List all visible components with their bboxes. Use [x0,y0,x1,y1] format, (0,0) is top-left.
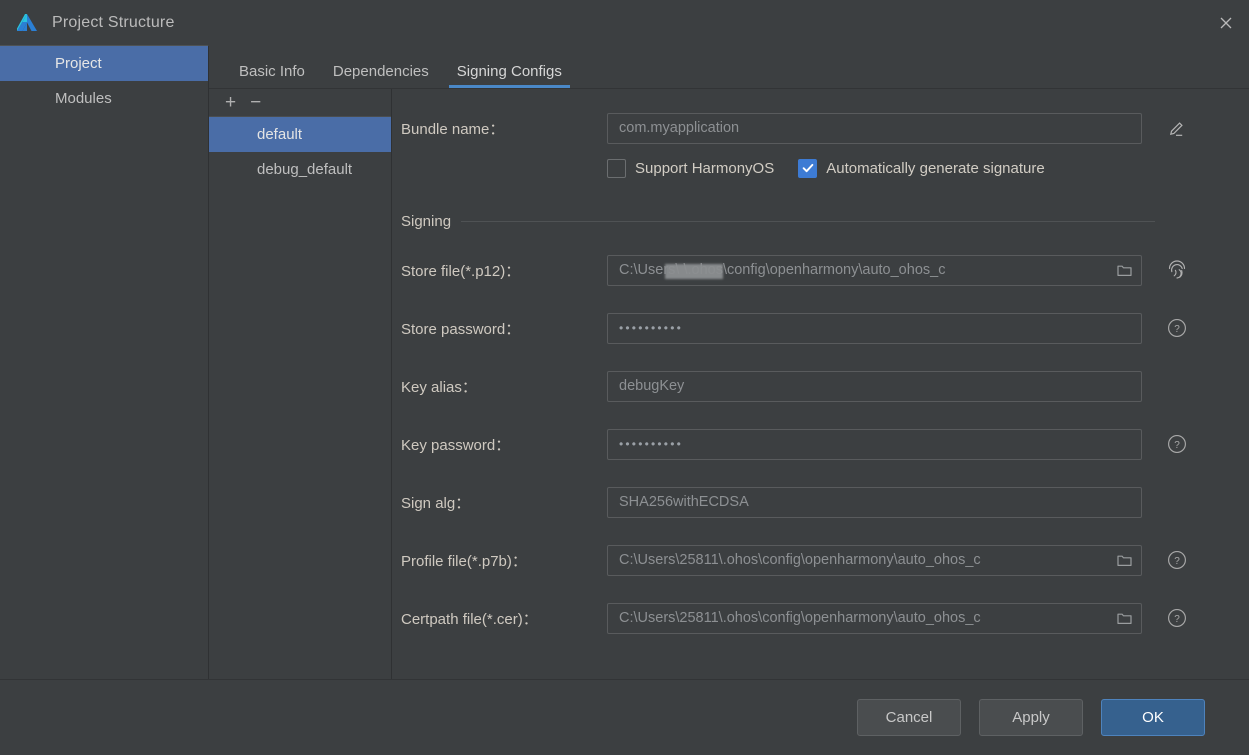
tab-basic-info[interactable]: Basic Info [225,64,319,88]
redaction-overlay [665,263,723,279]
sign-alg-input[interactable]: SHA256withECDSA [607,486,1142,518]
options-row: Support HarmonyOS Automatically generate… [392,155,1249,181]
auto-generate-signature-label[interactable]: Automatically generate signature [826,160,1044,177]
profile-file-label: Profile file(*.p7b)： [401,552,527,570]
remove-config-icon[interactable]: − [250,93,261,112]
store-password-value: •••••••••• [619,321,684,335]
window-title: Project Structure [52,13,175,31]
certpath-file-value: C:\Users\25811\.ohos\config\openharmony\… [619,610,981,626]
tab-signing-configs[interactable]: Signing Configs [443,64,576,88]
cancel-button[interactable]: Cancel [857,699,961,736]
sidebar-item-label: Project [55,55,102,72]
tab-label: Dependencies [332,63,429,80]
certpath-file-input[interactable]: C:\Users\25811\.ohos\config\openharmony\… [607,602,1142,634]
tab-label: Basic Info [239,63,305,80]
svg-text:?: ? [1174,324,1180,335]
svg-text:?: ? [1174,614,1180,625]
add-config-icon[interactable]: + [225,93,236,112]
help-question-icon[interactable]: ? [1164,605,1190,631]
section-divider [461,220,1155,222]
profile-file-input[interactable]: C:\Users\25811\.ohos\config\openharmony\… [607,544,1142,576]
support-harmonyos-label[interactable]: Support HarmonyOS [635,160,774,177]
config-item-label: default [257,126,303,143]
title-bar: Project Structure [0,0,1249,45]
key-password-label: Key password： [401,436,511,454]
svg-text:?: ? [1174,556,1180,567]
section-title: Signing [401,212,452,230]
help-question-icon[interactable]: ? [1164,547,1190,573]
sign-alg-value: SHA256withECDSA [619,494,749,510]
project-structure-dialog: Project Structure Project Modules Basic … [0,0,1249,755]
close-icon[interactable] [1203,0,1249,45]
store-password-row: Store password： •••••••••• ? [392,311,1249,345]
key-password-input[interactable]: •••••••••• [607,428,1142,460]
dialog-body: Project Modules Basic Info Dependencies … [0,45,1249,679]
folder-browse-icon[interactable] [1116,262,1133,278]
key-alias-value: debugKey [619,378,685,394]
dialog-footer: Cancel Apply OK [0,679,1249,755]
folder-browse-icon[interactable] [1116,610,1133,626]
store-file-input[interactable]: C:\Users\ \.ohos\config\openharmony\auto… [607,254,1142,286]
signing-config-list-pane: + − default debug_default [209,89,392,679]
list-item[interactable]: default [209,117,391,152]
sidebar-item-label: Modules [55,90,112,107]
help-question-icon[interactable]: ? [1164,431,1190,457]
signing-form: Bundle name： com.myapplication Support H… [392,89,1249,679]
store-file-row: Store file(*.p12)： C:\Users\ \.ohos\conf… [392,253,1249,287]
key-password-value: •••••••••• [619,437,684,451]
list-item[interactable]: debug_default [209,152,391,187]
deveco-logo-icon [14,10,40,36]
svg-text:?: ? [1174,440,1180,451]
ok-button[interactable]: OK [1101,699,1205,736]
store-password-input[interactable]: •••••••••• [607,312,1142,344]
sidebar-item-project[interactable]: Project [0,46,208,81]
bundle-name-input[interactable]: com.myapplication [607,112,1142,144]
pencil-edit-icon[interactable] [1164,115,1190,141]
config-list-toolbar: + − [209,89,391,117]
store-file-label: Store file(*.p12)： [401,262,521,280]
tab-label: Signing Configs [456,63,562,80]
folder-browse-icon[interactable] [1116,552,1133,568]
panes: + − default debug_default Bundle name： c… [209,89,1249,679]
key-alias-label: Key alias： [401,378,477,396]
sign-alg-row: Sign alg： SHA256withECDSA [392,485,1249,519]
tab-dependencies[interactable]: Dependencies [319,64,443,88]
content-column: Basic Info Dependencies Signing Configs … [209,45,1249,679]
config-item-label: debug_default [257,161,353,178]
key-alias-input[interactable]: debugKey [607,370,1142,402]
profile-file-row: Profile file(*.p7b)： C:\Users\25811\.oho… [392,543,1249,577]
signing-section-header: Signing [392,211,1249,231]
sidebar-item-modules[interactable]: Modules [0,81,208,116]
sidebar: Project Modules [0,45,209,679]
check-icon [802,163,814,173]
certpath-file-row: Certpath file(*.cer)： C:\Users\25811\.oh… [392,601,1249,635]
help-question-icon[interactable]: ? [1164,315,1190,341]
apply-button[interactable]: Apply [979,699,1083,736]
support-harmonyos-checkbox[interactable] [607,158,626,178]
sign-alg-label: Sign alg： [401,494,471,512]
key-alias-row: Key alias： debugKey [392,369,1249,403]
profile-file-value: C:\Users\25811\.ohos\config\openharmony\… [619,552,981,568]
bundle-name-row: Bundle name： com.myapplication [392,111,1249,145]
tab-bar: Basic Info Dependencies Signing Configs [209,45,1249,89]
key-password-row: Key password： •••••••••• ? [392,427,1249,461]
auto-generate-signature-checkbox[interactable] [798,158,818,178]
certpath-file-label: Certpath file(*.cer)： [401,610,538,628]
bundle-name-value: com.myapplication [619,120,740,136]
bundle-name-label: Bundle name： [401,120,505,138]
fingerprint-icon[interactable] [1164,257,1190,283]
store-password-label: Store password： [401,320,521,338]
